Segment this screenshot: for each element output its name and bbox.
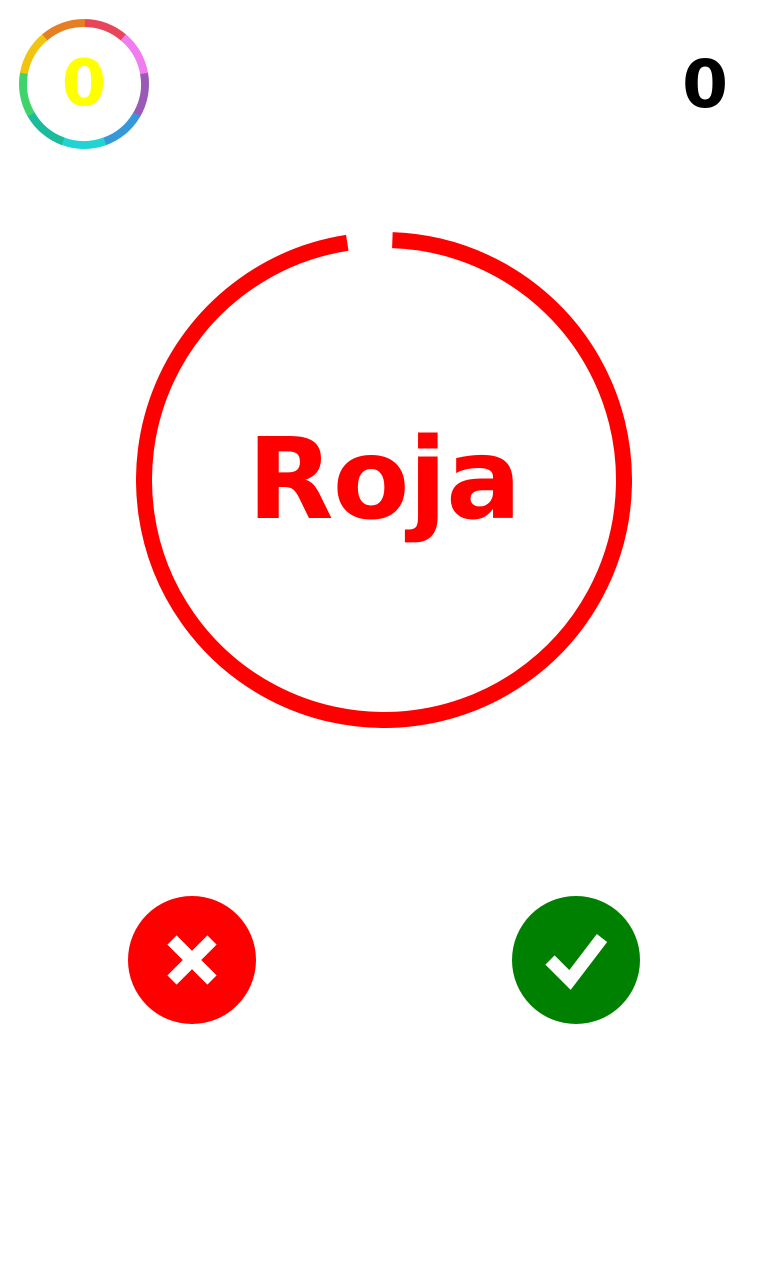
- right-button[interactable]: [512, 896, 640, 1024]
- color-word: Roja: [247, 415, 521, 545]
- wrong-button[interactable]: [128, 896, 256, 1024]
- timer-ring: Roja: [136, 232, 632, 728]
- best-score-badge: 0: [18, 18, 150, 150]
- check-icon: [512, 896, 640, 1024]
- score-value: 0: [682, 46, 728, 123]
- best-score-value: 0: [61, 47, 107, 121]
- close-icon: [128, 896, 256, 1024]
